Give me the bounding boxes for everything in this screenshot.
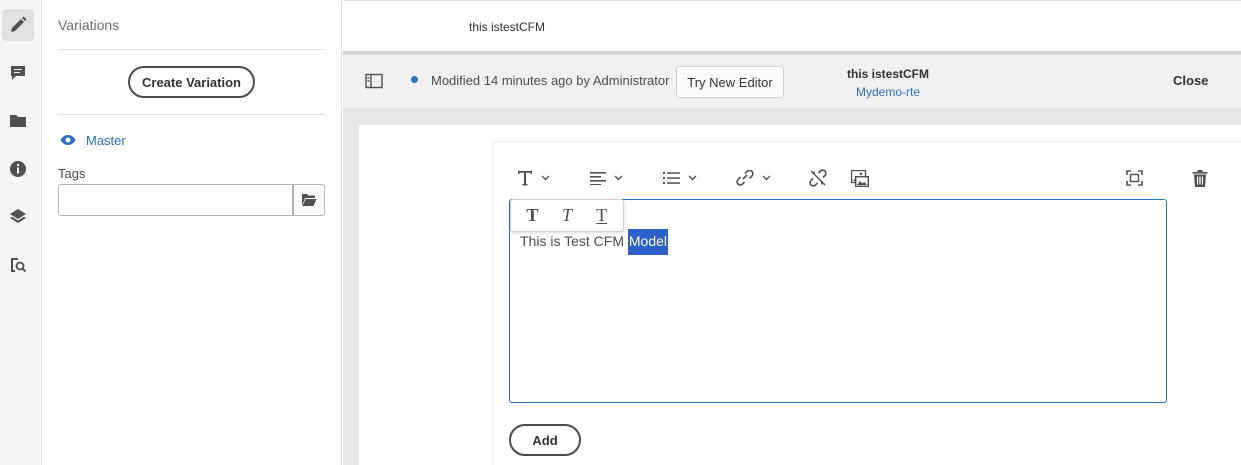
text-format-icon: [518, 171, 532, 186]
eye-icon: [60, 135, 76, 145]
tags-label: Tags: [58, 166, 86, 181]
bold-button[interactable]: T: [518, 205, 546, 226]
create-variation-button[interactable]: Create Variation: [128, 66, 255, 98]
tab-document[interactable]: this istestCFM: [465, 1, 549, 54]
document-title: this istestCFM: [846, 67, 929, 81]
try-new-editor-button[interactable]: Try New Editor: [676, 66, 784, 98]
master-label: Master: [86, 132, 126, 148]
tab-bar: this istestCFM: [343, 0, 1241, 54]
left-rail: [0, 0, 42, 465]
search-references-icon[interactable]: [2, 249, 34, 281]
align-dropdown[interactable]: [590, 168, 623, 188]
rte-field: This is Test CFM Model T T T Add: [492, 141, 1241, 465]
folder-open-icon: [302, 194, 317, 206]
variations-panel: Variations Create Variation Master Tags: [42, 0, 342, 465]
close-button[interactable]: Close: [1173, 73, 1208, 88]
underline-button[interactable]: T: [588, 205, 616, 226]
chevron-down-icon: [614, 175, 623, 181]
align-icon: [590, 172, 606, 185]
editor-content[interactable]: This is Test CFM Model: [520, 229, 669, 255]
selected-text: Model: [627, 229, 669, 255]
link-icon: [736, 170, 754, 186]
unlink-button[interactable]: [809, 168, 827, 188]
chevron-down-icon: [541, 175, 550, 181]
delete-icon: [1192, 169, 1208, 187]
folder-icon[interactable]: [2, 105, 34, 137]
layers-icon[interactable]: [2, 201, 34, 233]
modified-status-text: Modified 14 minutes ago by Administrator: [431, 73, 670, 88]
comment-icon[interactable]: [2, 57, 34, 89]
add-button[interactable]: Add: [509, 424, 581, 456]
link-dropdown[interactable]: [736, 168, 771, 188]
edit-icon[interactable]: [2, 9, 34, 41]
tags-input[interactable]: [58, 184, 293, 216]
toggle-side-panel-icon[interactable]: [365, 73, 383, 89]
italic-button[interactable]: T: [553, 205, 581, 226]
image-icon: [851, 169, 869, 187]
divider: [58, 49, 325, 50]
variation-item-master[interactable]: Master: [60, 132, 126, 148]
unlink-icon: [809, 169, 827, 187]
image-button[interactable]: [851, 168, 869, 188]
delete-field-button[interactable]: [1192, 168, 1208, 188]
modified-status-dot: [411, 76, 418, 83]
divider: [58, 114, 325, 115]
list-icon: [663, 172, 680, 184]
list-dropdown[interactable]: [663, 168, 697, 188]
document-model-link[interactable]: Mydemo-rte: [813, 85, 963, 99]
chevron-down-icon: [762, 175, 771, 181]
editor-sheet: This is Test CFM Model T T T Add: [359, 125, 1241, 465]
fullscreen-button[interactable]: [1126, 168, 1143, 188]
editor-canvas: This is Test CFM Model T T T Add: [343, 109, 1241, 465]
tags-browse-button[interactable]: [293, 184, 325, 216]
editor-text: This is Test CFM: [520, 233, 628, 249]
chevron-down-icon: [688, 175, 697, 181]
panel-title: Variations: [58, 17, 120, 33]
text-format-dropdown[interactable]: [517, 168, 550, 188]
fullscreen-icon: [1126, 170, 1143, 186]
inline-format-popover: T T T: [510, 199, 624, 232]
action-bar: Modified 14 minutes ago by Administrator…: [343, 55, 1241, 109]
info-icon[interactable]: [2, 153, 34, 185]
